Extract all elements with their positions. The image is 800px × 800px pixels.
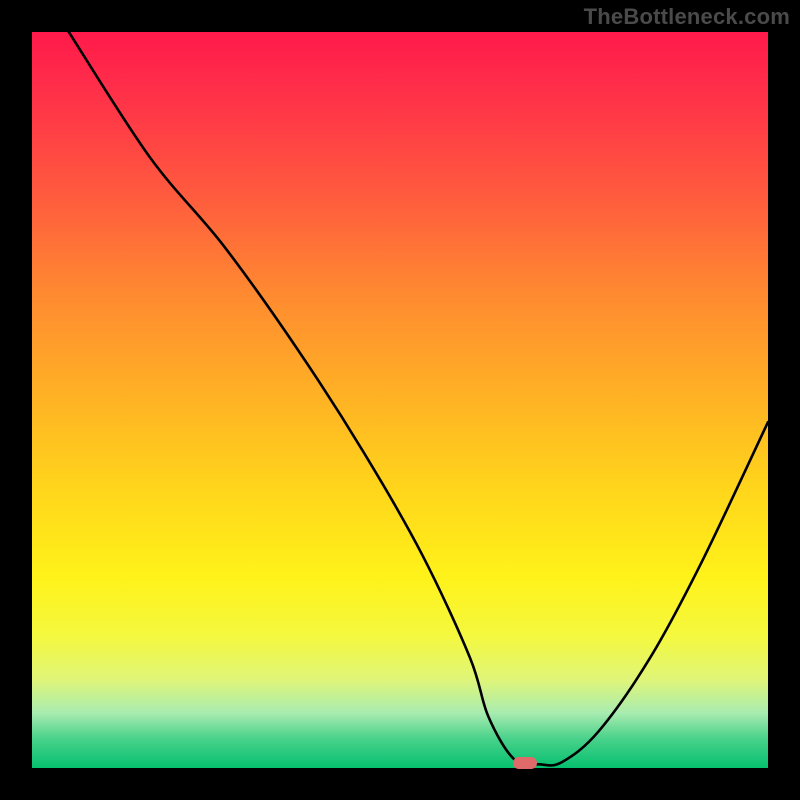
bottleneck-marker xyxy=(513,757,537,769)
curve-path xyxy=(69,32,768,765)
chart-container: TheBottleneck.com xyxy=(0,0,800,800)
plot-area xyxy=(32,32,768,768)
curve-svg xyxy=(32,32,768,768)
watermark-text: TheBottleneck.com xyxy=(584,4,790,30)
